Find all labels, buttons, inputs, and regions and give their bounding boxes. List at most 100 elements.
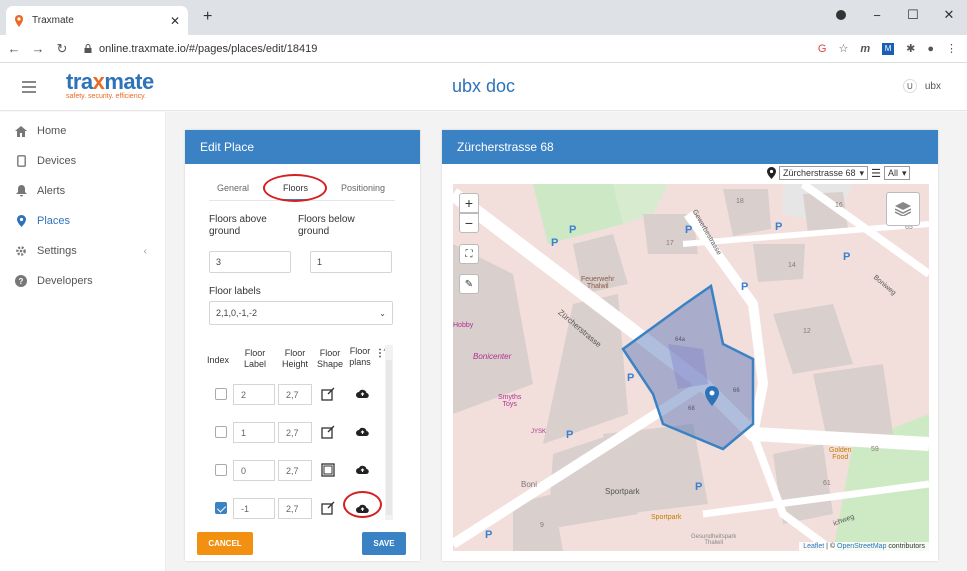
edit-shape-icon[interactable] [321, 387, 335, 401]
close-tab-icon[interactable]: ✕ [170, 14, 180, 28]
map-label-sportpark: Sportpark [605, 487, 640, 496]
parking-icon: P [566, 429, 574, 441]
floor-label-input[interactable]: 1 [233, 422, 275, 443]
profile-icon[interactable] [823, 8, 859, 23]
filter-select[interactable]: All ▾ [883, 166, 911, 180]
edit-shape-icon[interactable] [321, 501, 335, 515]
floors-above-label: Floors above ground [209, 214, 267, 237]
extensions-puzzle-icon[interactable]: ✱ [906, 42, 915, 55]
extensions-bar: G ☆ m M ✱ ● ⋮ [818, 42, 957, 55]
zoom-out-icon[interactable]: − [459, 213, 479, 233]
floor-height-input[interactable]: 2,7 [278, 422, 312, 443]
sidebar-item-label: Alerts [37, 185, 66, 197]
address-bar: ← → ↻ online.traxmate.io/#/pages/places/… [0, 35, 967, 63]
map-view[interactable]: Feuerwehr Thalwil Hobby Bonicenter Smyth… [453, 184, 929, 551]
fullscreen-icon[interactable]: ⛶ [459, 244, 479, 264]
extension-m-icon[interactable]: m [860, 43, 870, 55]
floor-label-input[interactable]: -1 [233, 498, 275, 519]
leaflet-link[interactable]: Leaflet [803, 543, 824, 550]
square-shape-icon[interactable] [321, 463, 335, 477]
sidebar-item-alerts[interactable]: Alerts [0, 176, 165, 206]
list-icon[interactable]: ☰ [871, 167, 881, 180]
parking-icon: P [741, 281, 749, 293]
cloud-upload-icon[interactable] [356, 426, 369, 437]
header-floor-label: Floor Label [243, 348, 267, 369]
attribution-separator: | © [824, 543, 838, 550]
layers-icon[interactable] [886, 192, 920, 226]
account-icon[interactable]: ● [927, 43, 934, 55]
extension-box-icon[interactable]: M [882, 42, 895, 55]
parking-icon: P [485, 529, 493, 541]
forward-icon[interactable]: → [28, 41, 48, 56]
save-button[interactable]: SAVE [362, 532, 406, 555]
map-label-feuerwehr: Feuerwehr Thalwil [581, 276, 615, 290]
map-controls: Zürcherstrasse 68 ▾ ☰ All ▾ [767, 166, 911, 180]
row-checkbox-checked[interactable] [215, 502, 227, 514]
user-menu[interactable]: U ubx [902, 79, 941, 93]
chevron-down-icon: ▾ [901, 167, 907, 178]
floors-below-input[interactable]: 1 [310, 251, 392, 273]
zoom-in-icon[interactable]: + [459, 193, 479, 213]
minimize-icon[interactable]: − [859, 8, 895, 23]
browser-tab-bar: Traxmate ✕ + − ☐ ✕ [0, 0, 967, 35]
floor-labels-select[interactable]: 2,1,0,-1,-2 ⌄ [209, 301, 393, 325]
browser-menu-icon[interactable]: ⋮ [946, 42, 957, 55]
new-tab-icon[interactable]: + [203, 8, 212, 26]
floor-labels-value: 2,1,0,-1,-2 [216, 308, 258, 318]
cloud-upload-icon[interactable] [356, 464, 369, 475]
table-scrollbar-thumb[interactable] [386, 360, 392, 515]
lock-icon [84, 44, 92, 53]
browser-tab-title: Traxmate [32, 15, 74, 26]
chevron-down-icon: ▾ [859, 167, 865, 178]
url-field[interactable]: online.traxmate.io/#/pages/places/edit/1… [84, 43, 818, 55]
floor-label-input[interactable]: 2 [233, 384, 275, 405]
annotation-circle-upload [343, 491, 382, 518]
reload-icon[interactable]: ↻ [52, 41, 72, 57]
floor-height-input[interactable]: 2,7 [278, 498, 312, 519]
parking-icon: P [685, 224, 693, 236]
place-marker-icon[interactable] [705, 386, 719, 406]
draw-edit-icon[interactable]: ✎ [459, 274, 479, 294]
back-icon[interactable]: ← [4, 41, 24, 56]
close-window-icon[interactable]: ✕ [931, 7, 967, 23]
extension-g-icon[interactable]: G [818, 43, 827, 55]
sidebar-item-settings[interactable]: Settings ‹ [0, 236, 165, 266]
map-label-18: 18 [736, 198, 744, 205]
floor-labels-label: Floor labels [209, 286, 261, 297]
maximize-icon[interactable]: ☐ [895, 7, 931, 23]
tab-positioning[interactable]: Positioning [341, 183, 385, 193]
sidebar-item-home[interactable]: Home [0, 116, 165, 146]
map-label-9: 9 [540, 522, 544, 529]
floor-height-input[interactable]: 2,7 [278, 384, 312, 405]
floor-label-input[interactable]: 0 [233, 460, 275, 481]
floors-above-input[interactable]: 3 [209, 251, 291, 273]
bookmark-star-icon[interactable]: ☆ [838, 42, 848, 55]
header-floor-plans: Floor plans [349, 346, 371, 367]
tab-general[interactable]: General [217, 183, 249, 193]
attribution-tail: contributors [886, 543, 925, 550]
row-checkbox[interactable] [215, 464, 227, 476]
map-label-59: 59 [871, 446, 879, 453]
chevron-left-icon: ‹ [143, 245, 147, 257]
parking-icon: P [551, 237, 559, 249]
map-label-smyths: Smyths Toys [498, 394, 522, 408]
floor-height-input[interactable]: 2,7 [278, 460, 312, 481]
edit-shape-icon[interactable] [321, 425, 335, 439]
cancel-button[interactable]: CANCEL [197, 532, 253, 555]
sidebar-item-places[interactable]: Places [0, 206, 165, 236]
cloud-upload-icon[interactable] [356, 388, 369, 399]
avatar: U [902, 79, 917, 93]
header-floor-shape: Floor Shape [316, 348, 344, 369]
home-icon [14, 124, 28, 138]
row-checkbox[interactable] [215, 388, 227, 400]
place-select[interactable]: Zürcherstrasse 68 ▾ [779, 166, 869, 180]
sidebar-item-developers[interactable]: ? Developers [0, 266, 165, 296]
browser-tab[interactable]: Traxmate ✕ [6, 6, 188, 35]
row-checkbox[interactable] [215, 426, 227, 438]
parking-icon: P [695, 481, 703, 493]
osm-link[interactable]: OpenStreetMap [837, 543, 886, 550]
app-header: traxmate safety. security. efficiency. u… [0, 63, 967, 111]
sidebar-item-devices[interactable]: Devices [0, 146, 165, 176]
map-label-14: 14 [788, 262, 796, 269]
header-index: Index [207, 355, 230, 365]
